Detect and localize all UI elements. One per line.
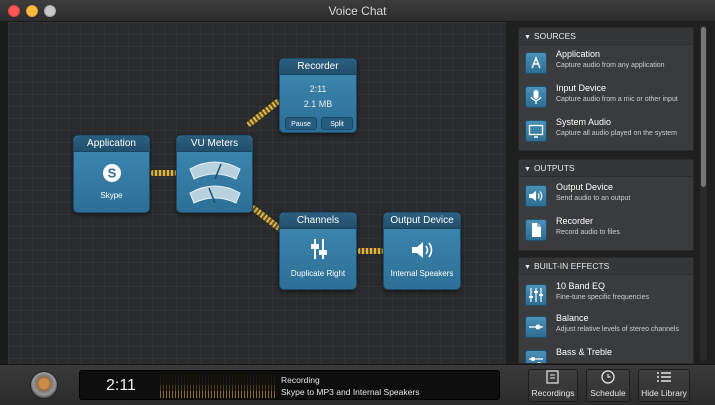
library-item-desc: Send audio to an output xyxy=(556,195,631,202)
library-item-balance[interactable]: Balance Adjust relative levels of stereo… xyxy=(525,313,691,345)
output-device-node-title: Output Device xyxy=(384,213,460,229)
recorder-node[interactable]: Recorder 2:11 2.1 MB Pause Split xyxy=(279,58,357,133)
library-item-title: Output Device xyxy=(556,182,614,192)
library-item-title: Application xyxy=(556,49,601,59)
skype-icon: S xyxy=(103,164,121,182)
library-item-title: Recorder xyxy=(556,216,594,226)
chevron-down-icon: ▼ xyxy=(524,166,531,173)
library-item-input-device[interactable]: Input Device Capture audio from a mic or… xyxy=(525,83,691,115)
library-item-desc: Capture audio from any application xyxy=(556,62,665,69)
split-button[interactable]: Split xyxy=(321,117,353,130)
eq-icon xyxy=(525,284,547,306)
library-item-desc: Fine-tune specific frequencies xyxy=(556,294,649,301)
bottom-toolbar: 2:11 Recording Skype to MP3 and Internal… xyxy=(0,364,715,405)
speaker-icon xyxy=(525,185,547,207)
library-item-desc: Record audio to files xyxy=(556,229,620,236)
elapsed-time: 2:11 xyxy=(106,377,136,394)
library-item-title: Balance xyxy=(556,313,589,323)
status-subtitle: Skype to MP3 and Internal Speakers xyxy=(281,387,420,397)
status-title: Recording xyxy=(281,375,320,385)
list-icon xyxy=(657,372,671,382)
recorder-node-title: Recorder xyxy=(280,59,356,75)
library-item-title: 10 Band EQ xyxy=(556,281,606,291)
application-node-title: Application xyxy=(74,136,149,152)
recorder-node-time: 2:11 xyxy=(309,84,327,94)
clock-icon xyxy=(601,370,615,384)
chevron-down-icon: ▼ xyxy=(524,34,531,41)
cable-channels-to-output xyxy=(358,248,383,254)
channels-node[interactable]: Channels Duplicate Right xyxy=(279,212,357,290)
library-scrollbar[interactable] xyxy=(700,25,707,361)
outputs-section-header[interactable]: ▼ OUTPUTS xyxy=(519,160,693,177)
recordings-button[interactable]: Recordings xyxy=(526,365,580,405)
library-item-system-audio[interactable]: System Audio Capture all audio played on… xyxy=(525,117,691,149)
microphone-icon xyxy=(525,86,547,108)
vu-meters-node-title: VU Meters xyxy=(177,136,252,152)
schedule-label: Schedule xyxy=(590,388,626,398)
channels-node-title: Channels xyxy=(280,213,356,229)
document-icon xyxy=(525,219,547,241)
status-display: 2:11 Recording Skype to MP3 and Internal… xyxy=(79,370,500,400)
library-item-10-band-eq[interactable]: 10 Band EQ Fine-tune specific frequencie… xyxy=(525,281,691,313)
chevron-down-icon: ▼ xyxy=(524,264,531,271)
output-device-node-label: Internal Speakers xyxy=(390,269,454,278)
vu-meters-node[interactable]: VU Meters xyxy=(176,135,253,213)
window-title: Voice Chat xyxy=(328,4,387,18)
channels-icon xyxy=(311,239,327,259)
output-device-node[interactable]: Output Device Internal Speakers xyxy=(383,212,461,290)
library-item-output-device[interactable]: Output Device Send audio to an output xyxy=(525,182,691,214)
sources-section: ▼ SOURCES Application Capture audio from … xyxy=(518,27,694,151)
balance-icon xyxy=(525,316,547,338)
left-gutter xyxy=(0,22,8,364)
pipeline-canvas[interactable]: Application S Skype VU Meters Recorder 2… xyxy=(8,22,506,364)
pause-button[interactable]: Pause xyxy=(285,117,317,130)
recordings-label: Recordings xyxy=(531,388,575,398)
hide-library-label: Hide Library xyxy=(641,388,687,398)
title-bar: Voice Chat xyxy=(0,0,715,22)
library-item-desc: Capture all audio played on the system xyxy=(556,130,678,137)
library-item-desc: Capture audio from a mic or other input xyxy=(556,96,678,103)
library-scroll-thumb[interactable] xyxy=(701,27,706,187)
hide-library-button[interactable]: Hide Library xyxy=(636,365,692,405)
schedule-button[interactable]: Schedule xyxy=(584,365,632,405)
library-item-title: System Audio xyxy=(556,117,612,127)
record-button[interactable] xyxy=(30,371,58,399)
recordings-icon xyxy=(546,370,559,384)
level-meter xyxy=(160,374,275,398)
app-window: Voice Chat Application S Skype VU Meters xyxy=(0,0,715,405)
library-item-application[interactable]: Application Capture audio from any appli… xyxy=(525,49,691,81)
application-node[interactable]: Application S Skype xyxy=(73,135,150,213)
application-icon xyxy=(525,52,547,74)
cable-vu-to-recorder xyxy=(246,98,282,128)
library-item-bass-treble[interactable]: Bass & Treble xyxy=(525,347,691,363)
vu-meter-icon xyxy=(189,161,241,204)
library-item-desc: Adjust relative levels of stereo channel… xyxy=(556,326,679,333)
application-node-label: Skype xyxy=(100,191,123,200)
library-panel: ▼ SOURCES Application Capture audio from … xyxy=(506,22,715,364)
sources-section-header[interactable]: ▼ SOURCES xyxy=(519,28,693,45)
speaker-icon xyxy=(412,242,433,258)
monitor-icon xyxy=(525,120,547,142)
library-item-title: Bass & Treble xyxy=(556,347,613,357)
library-item-recorder[interactable]: Recorder Record audio to files xyxy=(525,216,691,248)
bass-treble-icon xyxy=(525,350,547,363)
built-in-effects-section-header[interactable]: ▼ BUILT-IN EFFECTS xyxy=(519,258,693,275)
built-in-effects-section: ▼ BUILT-IN EFFECTS 10 Band EQ Fine-tune s… xyxy=(518,257,694,364)
channels-node-label: Duplicate Right xyxy=(290,269,346,278)
outputs-section: ▼ OUTPUTS Output Device Send audio to an … xyxy=(518,159,694,251)
svg-text:S: S xyxy=(108,166,117,181)
cable-application-to-vu xyxy=(151,170,176,176)
library-item-title: Input Device xyxy=(556,83,607,93)
recorder-node-size: 2.1 MB xyxy=(303,99,333,109)
